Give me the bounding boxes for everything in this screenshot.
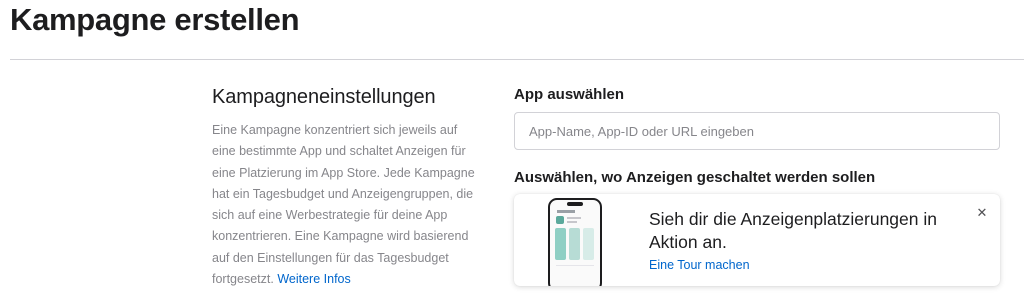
app-search-input[interactable] <box>514 112 1000 150</box>
close-icon[interactable]: ✕ <box>975 206 989 220</box>
take-tour-link[interactable]: Eine Tour machen <box>649 258 750 272</box>
tour-heading: Sieh dir die Anzeigenplatzierungen in Ak… <box>649 209 937 252</box>
app-select-label: App auswählen <box>514 86 625 103</box>
placement-label: Auswählen, wo Anzeigen geschaltet werden… <box>514 169 876 186</box>
iphone-illustration-icon <box>548 198 602 286</box>
campaign-settings-intro: Kampagneneinstellungen Eine Kampagne kon… <box>212 86 477 290</box>
section-description: Eine Kampagne konzentriert sich jeweils … <box>212 120 477 290</box>
campaign-settings-form: App auswählen Auswählen, wo Anzeigen ges… <box>514 86 1000 286</box>
description-text: Eine Kampagne konzentriert sich jeweils … <box>212 123 475 287</box>
placement-tour-card: Sieh dir die Anzeigenplatzierungen in Ak… <box>514 194 1000 286</box>
header-divider <box>10 59 1024 60</box>
page-title: Kampagne erstellen <box>10 2 300 37</box>
section-title: Kampagneneinstellungen <box>212 86 436 108</box>
more-info-link[interactable]: Weitere Infos <box>277 272 350 286</box>
